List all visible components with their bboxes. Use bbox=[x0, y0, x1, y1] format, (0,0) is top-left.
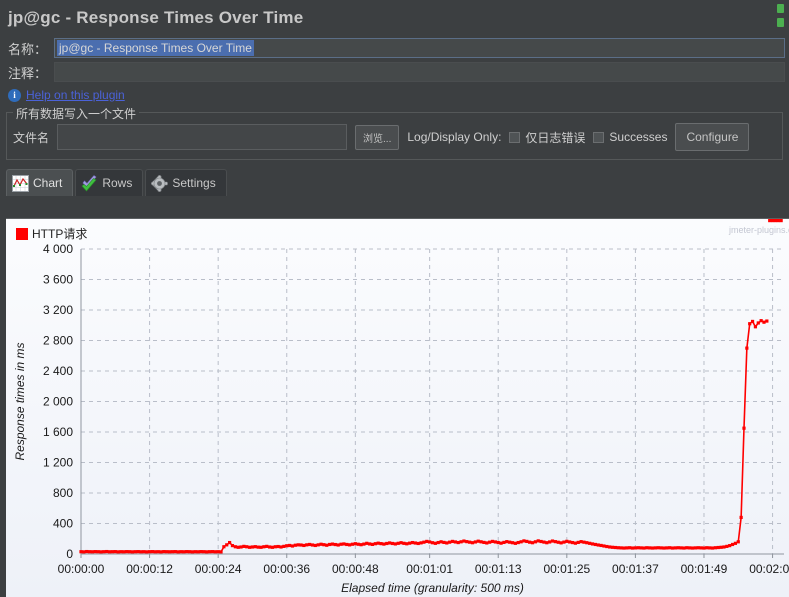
svg-text:00:00:00: 00:00:00 bbox=[58, 562, 105, 576]
svg-text:3 200: 3 200 bbox=[43, 303, 73, 317]
name-input-value: jp@gc - Response Times Over Time bbox=[57, 40, 254, 56]
comment-label: 注释： bbox=[8, 65, 48, 81]
help-link[interactable]: Help on this plugin bbox=[26, 88, 125, 102]
tab-rows[interactable]: Rows bbox=[75, 169, 144, 196]
help-row: i Help on this plugin bbox=[0, 84, 789, 106]
window-title-bar: jp@gc - Response Times Over Time bbox=[0, 0, 789, 36]
svg-text:3 600: 3 600 bbox=[43, 273, 73, 287]
tab-chart-label: Chart bbox=[33, 176, 63, 190]
write-all-data-group-title: 所有数据写入一个文件 bbox=[13, 105, 140, 122]
comment-input[interactable] bbox=[54, 62, 785, 82]
svg-text:0: 0 bbox=[66, 547, 73, 561]
svg-text:400: 400 bbox=[53, 517, 73, 531]
tab-chart[interactable]: Chart bbox=[6, 169, 74, 196]
tab-settings-label: Settings bbox=[172, 176, 216, 190]
filename-input[interactable] bbox=[57, 124, 348, 150]
errors-checkbox-label: 仅日志错误 bbox=[525, 130, 586, 145]
svg-text:00:00:36: 00:00:36 bbox=[263, 562, 310, 576]
line-chart-icon bbox=[12, 174, 29, 192]
chart-panel[interactable]: HTTP请求 jmeter-plugins.o 0 400 800 1 200 1 60… bbox=[6, 218, 789, 597]
svg-text:Response times in ms: Response times in ms bbox=[13, 342, 27, 460]
page-title: jp@gc - Response Times Over Time bbox=[8, 8, 304, 27]
check-mark-icon bbox=[81, 174, 98, 192]
name-input[interactable]: jp@gc - Response Times Over Time bbox=[54, 38, 785, 58]
svg-text:1 600: 1 600 bbox=[43, 425, 73, 439]
gear-icon bbox=[151, 174, 169, 192]
name-label: 名称： bbox=[8, 41, 48, 57]
svg-text:00:01:25: 00:01:25 bbox=[543, 562, 590, 576]
svg-text:2 800: 2 800 bbox=[43, 334, 73, 348]
file-row: 文件名 浏览... Log/Display Only: 仅日志错误 Succes… bbox=[13, 123, 776, 151]
tab-rows-label: Rows bbox=[102, 176, 133, 190]
svg-text:00:02:01: 00:02:01 bbox=[749, 562, 789, 576]
name-row: 名称： jp@gc - Response Times Over Time bbox=[0, 36, 789, 60]
log-display-only-label: Log/Display Only: bbox=[407, 130, 502, 144]
svg-text:00:00:48: 00:00:48 bbox=[332, 562, 379, 576]
write-all-data-group: 所有数据写入一个文件 文件名 浏览... Log/Display Only: 仅… bbox=[6, 105, 783, 160]
svg-text:4 000: 4 000 bbox=[43, 242, 73, 256]
response-times-chart: 0 400 800 1 200 1 600 2 000 2 400 2 800 3 200 3 6… bbox=[13, 219, 789, 595]
run-start-icon[interactable] bbox=[777, 4, 787, 30]
filename-label: 文件名 bbox=[13, 130, 50, 145]
svg-text:00:01:49: 00:01:49 bbox=[681, 562, 728, 576]
browse-button[interactable]: 浏览... bbox=[355, 124, 400, 150]
svg-text:00:00:24: 00:00:24 bbox=[195, 562, 242, 576]
plugin-window: jp@gc - Response Times Over Time 名称： jp@… bbox=[0, 0, 789, 597]
info-icon: i bbox=[8, 88, 21, 102]
successes-checkbox-wrap[interactable]: Successes bbox=[593, 130, 667, 144]
svg-text:1 200: 1 200 bbox=[43, 456, 73, 470]
svg-text:00:01:37: 00:01:37 bbox=[612, 562, 659, 576]
svg-text:2 000: 2 000 bbox=[43, 395, 73, 409]
svg-text:2 400: 2 400 bbox=[43, 364, 73, 378]
svg-text:00:01:01: 00:01:01 bbox=[406, 562, 453, 576]
tab-bar: Chart Rows Settings bbox=[6, 168, 789, 196]
errors-checkbox-wrap[interactable]: 仅日志错误 bbox=[509, 129, 585, 146]
comment-row: 注释： bbox=[0, 60, 789, 84]
tab-settings[interactable]: Settings bbox=[145, 169, 227, 196]
svg-text:Elapsed time (granularity: 500: Elapsed time (granularity: 500 ms) bbox=[341, 581, 524, 595]
successes-checkbox[interactable] bbox=[593, 131, 605, 143]
errors-checkbox[interactable] bbox=[509, 131, 521, 143]
successes-checkbox-label: Successes bbox=[609, 130, 668, 144]
svg-text:800: 800 bbox=[53, 486, 73, 500]
configure-button[interactable]: Configure bbox=[675, 123, 750, 151]
svg-text:00:01:13: 00:01:13 bbox=[475, 562, 522, 576]
svg-text:00:00:12: 00:00:12 bbox=[126, 562, 173, 576]
